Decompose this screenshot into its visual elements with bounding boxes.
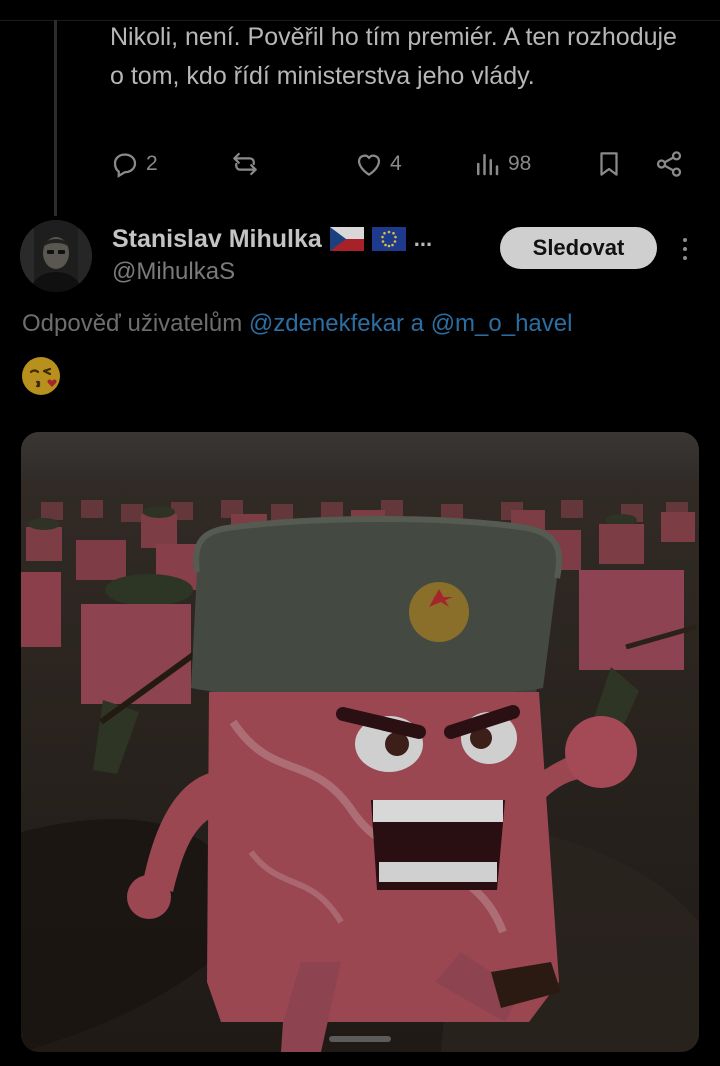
reply-count: 2 [146, 152, 158, 175]
previous-tweet-text: Nikoli, není. Pověřil ho tím premiér. A … [110, 23, 677, 90]
more-icon[interactable] [676, 232, 694, 266]
mention-link-1[interactable]: @zdenekfekar [249, 310, 404, 337]
czech-flag-icon [329, 227, 364, 251]
retweet-icon [233, 152, 257, 176]
previous-tweet-actions: 2 4 98 [110, 146, 690, 182]
views-button[interactable]: 98 [472, 146, 531, 182]
heart-icon [357, 154, 381, 176]
author-name: Stanislav Mihulka [112, 224, 322, 253]
view-count: 98 [508, 152, 532, 175]
tweet-image[interactable] [21, 432, 699, 1052]
reply-button[interactable]: 2 [110, 146, 158, 182]
mention-join: a [410, 310, 425, 337]
retweet-button[interactable] [230, 146, 266, 182]
eu-flag-icon [371, 227, 406, 251]
follow-button[interactable]: Sledovat [500, 227, 657, 269]
thread-connector-line [54, 20, 57, 216]
share-button[interactable] [654, 146, 684, 182]
bookmark-icon [600, 152, 618, 176]
author-avatar[interactable] [20, 220, 92, 292]
mention-link-2[interactable]: @m_o_havel [431, 310, 573, 337]
author-handle[interactable]: @MihulkaS [112, 258, 235, 286]
reply-icon [113, 153, 137, 178]
replying-to-line: Odpověď uživatelům @zdenekfekar a @m_o_h… [22, 310, 572, 338]
like-count: 4 [390, 152, 402, 175]
kiss-emoji [20, 355, 62, 397]
views-icon [477, 154, 499, 176]
author-name-row[interactable]: Stanislav Mihulka ... [112, 222, 432, 256]
name-truncation: ... [413, 226, 433, 251]
bookmark-button[interactable] [594, 146, 624, 182]
home-indicator [329, 1036, 391, 1042]
share-icon [656, 151, 682, 177]
like-button[interactable]: 4 [354, 146, 402, 182]
reply-prefix: Odpověď uživatelům [22, 310, 243, 337]
